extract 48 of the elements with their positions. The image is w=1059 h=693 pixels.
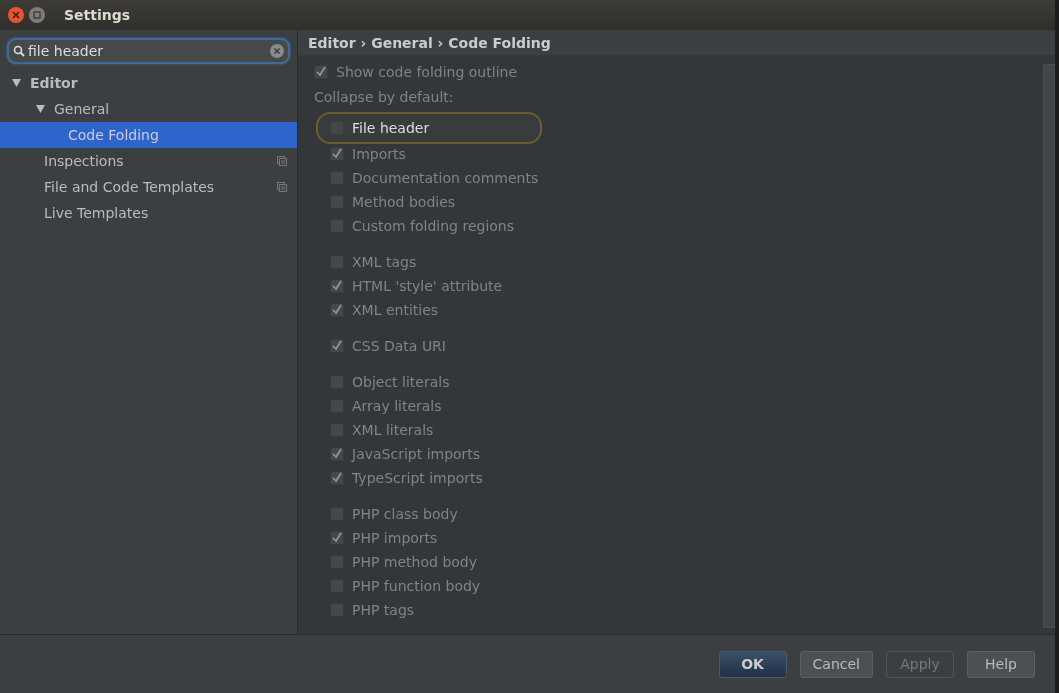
clear-icon[interactable]	[270, 44, 284, 58]
expand-arrow-icon[interactable]	[36, 105, 46, 113]
checkbox[interactable]	[330, 531, 344, 545]
window-title: Settings	[64, 7, 131, 23]
tree-item[interactable]: Editor	[0, 70, 297, 96]
tree-item[interactable]: Code Folding	[0, 122, 297, 148]
search-field[interactable]: file header	[7, 38, 290, 64]
checkbox[interactable]	[330, 339, 344, 353]
option-label: Documentation comments	[352, 170, 539, 186]
dialog-button[interactable]: OK	[718, 650, 787, 678]
option-label: Method bodies	[352, 194, 456, 210]
option-label: XML tags	[352, 254, 417, 270]
option-label: JavaScript imports	[352, 446, 481, 462]
option-label: File header	[352, 120, 430, 136]
checkbox[interactable]	[314, 65, 328, 79]
scrollbar[interactable]	[1043, 64, 1055, 628]
checkbox[interactable]	[330, 147, 344, 161]
option-label: PHP tags	[352, 602, 415, 618]
dialog-button[interactable]: Cancel	[799, 650, 873, 678]
option-label: CSS Data URI	[352, 338, 446, 354]
option-label: TypeScript imports	[352, 470, 483, 486]
option-label: Custom folding regions	[352, 218, 515, 234]
checkbox[interactable]	[330, 303, 344, 317]
option-label: HTML 'style' attribute	[352, 278, 503, 294]
search-input[interactable]: file header	[28, 43, 267, 59]
tree-item[interactable]: Live Templates	[0, 200, 297, 226]
maximize-icon[interactable]	[29, 7, 45, 23]
option-label: PHP function body	[352, 578, 481, 594]
option-label: PHP method body	[352, 554, 477, 570]
expand-arrow-icon[interactable]	[12, 79, 22, 87]
option-label: Array literals	[352, 398, 442, 414]
close-icon[interactable]	[8, 7, 24, 23]
search-icon	[13, 45, 25, 57]
option-label: Show code folding outline	[336, 64, 517, 80]
section-label: Collapse by default:	[314, 88, 455, 107]
option-label: XML literals	[352, 422, 434, 438]
option-label: PHP class body	[352, 506, 458, 522]
checkbox[interactable]	[330, 279, 344, 293]
checkbox[interactable]	[330, 447, 344, 461]
option-label: XML entities	[352, 302, 439, 318]
option-label: PHP imports	[352, 530, 438, 546]
checkbox[interactable]	[330, 471, 344, 485]
option-label: Imports	[352, 146, 406, 162]
tree-item[interactable]: File and Code Templates	[0, 174, 297, 200]
option-label: Object literals	[352, 374, 450, 390]
tree-item[interactable]: Inspections	[0, 148, 297, 174]
dialog-button[interactable]: Help	[967, 650, 1035, 678]
tree-item[interactable]: General	[0, 96, 297, 122]
